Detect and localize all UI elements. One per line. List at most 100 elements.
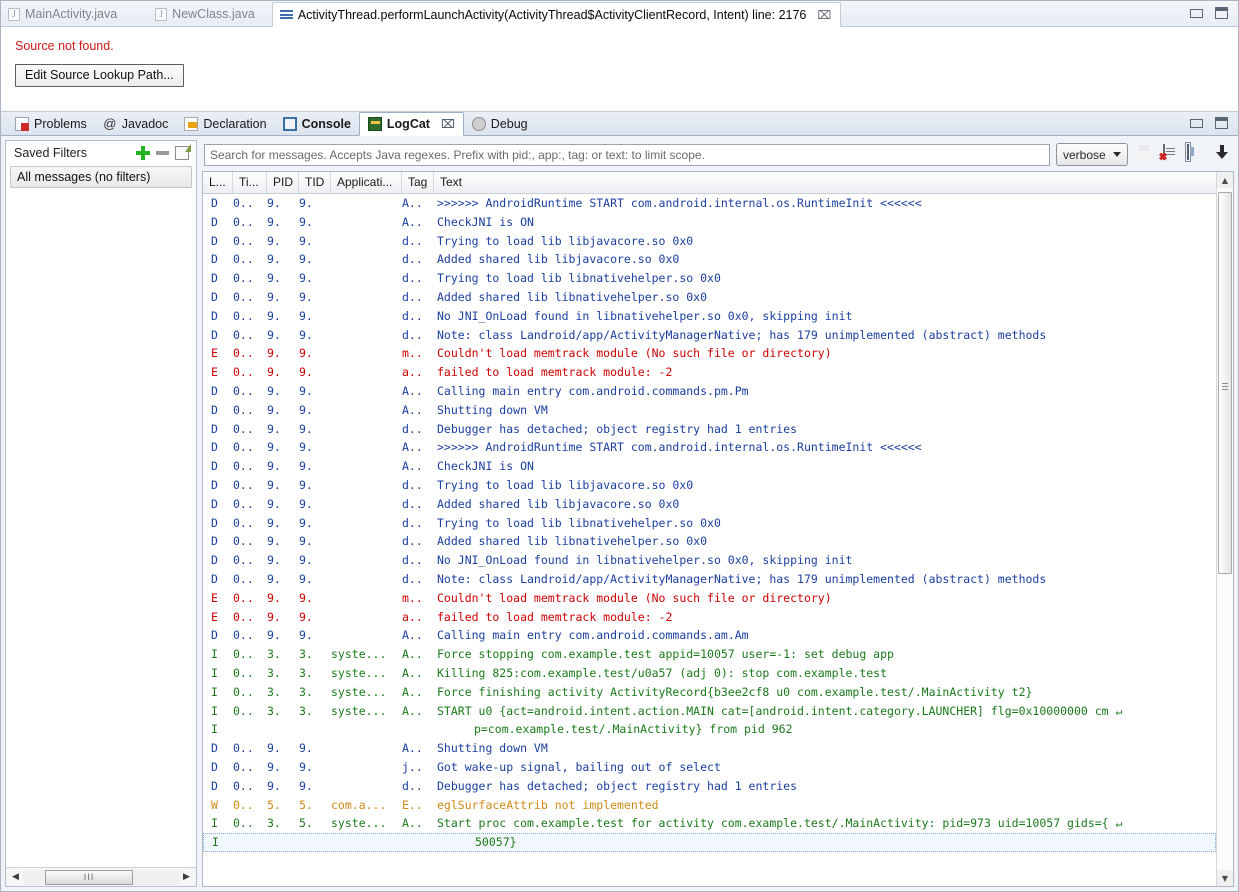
table-row[interactable]: D 0.. 9. 9. d.. Trying to load lib libnativeh…	[203, 514, 1216, 533]
display-options-button[interactable]	[1185, 141, 1206, 165]
filter-item-all-messages[interactable]: All messages (no filters)	[10, 166, 192, 188]
row-application	[331, 213, 402, 232]
table-row[interactable]: D 0.. 9. 9. d.. Note: class Landroid/app/Acti…	[203, 570, 1216, 589]
table-row[interactable]: D 0.. 9. 9. d.. Trying to load lib libnativeh…	[203, 269, 1216, 288]
row-time: 0..	[233, 534, 254, 549]
filters-horizontal-scrollbar[interactable]: ◀ III ▶	[6, 867, 196, 886]
row-level: D	[211, 308, 218, 323]
scroll-up-icon[interactable]: ▲	[1217, 172, 1233, 188]
search-input[interactable]: Search for messages. Accepts Java regexe…	[204, 143, 1050, 166]
row-pid: 9.	[267, 233, 281, 248]
tab-javadoc[interactable]: @ Javadoc	[95, 112, 177, 135]
row-application	[331, 288, 402, 307]
save-log-button[interactable]	[1134, 145, 1154, 165]
minus-icon[interactable]	[156, 151, 169, 155]
plus-icon[interactable]	[136, 146, 150, 160]
minimize-icon[interactable]	[1190, 8, 1203, 18]
table-row[interactable]: D 0.. 9. 9. d.. Note: class Landroid/app/Acti…	[203, 326, 1216, 345]
scroll-thumb[interactable]	[1218, 192, 1232, 574]
table-row[interactable]: W 0.. 5. 5. com.a... E.. eglSurfaceAttrib not …	[203, 796, 1216, 815]
table-row[interactable]: D 0.. 9. 9. A.. CheckJNI is ON	[203, 457, 1216, 476]
scroll-to-bottom-button[interactable]	[1212, 145, 1232, 165]
edit-filter-icon[interactable]	[175, 144, 191, 160]
row-tid: 9.	[299, 759, 313, 774]
table-row[interactable]: I 0.. 3. 5. syste... A.. Start proc com.exampl…	[203, 814, 1216, 833]
column-header-application[interactable]: Applicati...	[331, 172, 402, 193]
row-text: CheckJNI is ON	[437, 214, 534, 229]
edit-source-lookup-path-button[interactable]: Edit Source Lookup Path...	[15, 64, 184, 87]
table-row[interactable]: D 0.. 9. 9. d.. Added shared lib libjavacore.…	[203, 250, 1216, 269]
tab-console[interactable]: Console	[275, 112, 359, 135]
row-tid: 9.	[299, 196, 313, 210]
clear-log-button[interactable]	[1160, 143, 1180, 165]
table-row[interactable]: D 0.. 9. 9. A.. >>>>>> AndroidRuntime START c…	[203, 438, 1216, 457]
tab-declaration[interactable]: Declaration	[176, 112, 274, 135]
row-text: failed to load memtrack module: -2	[437, 365, 673, 380]
table-row[interactable]: D 0.. 9. 9. A.. >>>>>> AndroidRuntime START c…	[203, 194, 1216, 213]
table-row[interactable]: D 0.. 9. 9. d.. No JNI_OnLoad found in libnat…	[203, 551, 1216, 570]
column-header-tid[interactable]: TID	[299, 172, 331, 193]
maximize-icon[interactable]	[1215, 7, 1228, 19]
scroll-track[interactable]: III	[23, 869, 179, 885]
column-header-text[interactable]: Text	[434, 172, 1216, 193]
tab-problems-label: Problems	[34, 116, 87, 131]
scroll-down-icon[interactable]: ▼	[1217, 870, 1233, 886]
editor-tab-newclass[interactable]: NewClass.java	[148, 2, 264, 26]
table-row[interactable]: D 0.. 9. 9. A.. Calling main entry com.androi…	[203, 382, 1216, 401]
row-time: 0..	[233, 741, 254, 756]
column-header-time[interactable]: Ti...	[233, 172, 267, 193]
table-row[interactable]: I 50057}	[203, 833, 1216, 853]
tab-problems[interactable]: Problems	[7, 112, 95, 135]
chevron-down-icon	[1113, 152, 1121, 157]
maximize-icon[interactable]	[1215, 117, 1228, 129]
row-text: Trying to load lib libnativehelper.so 0x…	[437, 515, 721, 530]
table-row[interactable]: D 0.. 9. 9. d.. Debugger has detached; object…	[203, 777, 1216, 796]
table-row[interactable]: D 0.. 9. 9. d.. Added shared lib libnativehel…	[203, 288, 1216, 307]
table-row[interactable]: E 0.. 9. 9. a.. failed to load memtrack modul…	[203, 608, 1216, 627]
close-icon[interactable]: ⌧	[817, 9, 831, 21]
table-row[interactable]: D 0.. 9. 9. d.. Added shared lib libjavacore.…	[203, 495, 1216, 514]
table-row[interactable]: D 0.. 9. 9. A.. Calling main entry com.androi…	[203, 626, 1216, 645]
table-row[interactable]: D 0.. 9. 9. A.. Shutting down VM	[203, 739, 1216, 758]
row-pid: 9.	[267, 327, 281, 342]
table-row[interactable]: I 0.. 3. 3. syste... A.. Killing 825:com.examp…	[203, 664, 1216, 683]
row-level: D	[211, 778, 218, 793]
editor-tab-mainactivity[interactable]: MainActivity.java	[1, 2, 126, 26]
table-row[interactable]: E 0.. 9. 9. m.. Couldn't load memtrack module…	[203, 589, 1216, 608]
row-tid: 9.	[299, 327, 313, 342]
tab-logcat-label: LogCat	[386, 117, 430, 131]
table-row[interactable]: D 0.. 9. 9. d.. No JNI_OnLoad found in libnat…	[203, 307, 1216, 326]
minimize-icon[interactable]	[1190, 118, 1203, 128]
table-row[interactable]: D 0.. 9. 9. A.. CheckJNI is ON	[203, 213, 1216, 232]
table-row[interactable]: D 0.. 9. 9. d.. Trying to load lib libjavacor…	[203, 232, 1216, 251]
close-icon[interactable]: ⌧	[441, 118, 455, 130]
log-vertical-scrollbar[interactable]: ▲ ▼	[1216, 172, 1233, 886]
row-text: CheckJNI is ON	[437, 459, 534, 474]
table-row[interactable]: I 0.. 3. 3. syste... A.. Force stopping com.ex…	[203, 645, 1216, 664]
log-table-header: L... Ti... PID TID Applicati... Tag Text	[203, 172, 1216, 194]
row-tid: 9.	[299, 571, 313, 586]
log-level-select[interactable]: verbose	[1056, 143, 1128, 166]
scroll-right-icon[interactable]: ▶	[179, 870, 194, 885]
scroll-track[interactable]	[1217, 188, 1233, 870]
table-row[interactable]: D 0.. 9. 9. A.. Shutting down VM	[203, 401, 1216, 420]
editor-tab-activitythread[interactable]: ActivityThread.performLaunchActivity(Act…	[271, 2, 842, 27]
table-row[interactable]: D 0.. 9. 9. d.. Debugger has detached; object…	[203, 420, 1216, 439]
table-row[interactable]: D 0.. 9. 9. d.. Trying to load lib libjavacor…	[203, 476, 1216, 495]
table-row[interactable]: Ip=com.example.test/.MainActivity} from …	[203, 720, 1216, 739]
row-application	[331, 344, 402, 363]
tab-debug[interactable]: Debug	[464, 112, 536, 135]
column-header-level[interactable]: L...	[203, 172, 233, 193]
table-row[interactable]: D 0.. 9. 9. d.. Added shared lib libnativehel…	[203, 532, 1216, 551]
scroll-thumb[interactable]: III	[45, 869, 133, 885]
table-row[interactable]: I 0.. 3. 3. syste... A.. START u0 {act=android…	[203, 702, 1216, 721]
column-header-tag[interactable]: Tag	[402, 172, 434, 193]
tab-logcat[interactable]: LogCat ⌧	[358, 112, 464, 136]
table-row[interactable]: D 0.. 9. 9. j.. Got wake-up signal, bailing o…	[203, 758, 1216, 777]
table-row[interactable]: I 0.. 3. 3. syste... A.. Force finishing acti…	[203, 683, 1216, 702]
eclipse-window: MainActivity.java NewClass.java Activity…	[0, 0, 1239, 892]
column-header-pid[interactable]: PID	[267, 172, 299, 193]
table-row[interactable]: E 0.. 9. 9. a.. failed to load memtrack modul…	[203, 363, 1216, 382]
scroll-left-icon[interactable]: ◀	[8, 870, 23, 885]
table-row[interactable]: E 0.. 9. 9. m.. Couldn't load memtrack module…	[203, 344, 1216, 363]
